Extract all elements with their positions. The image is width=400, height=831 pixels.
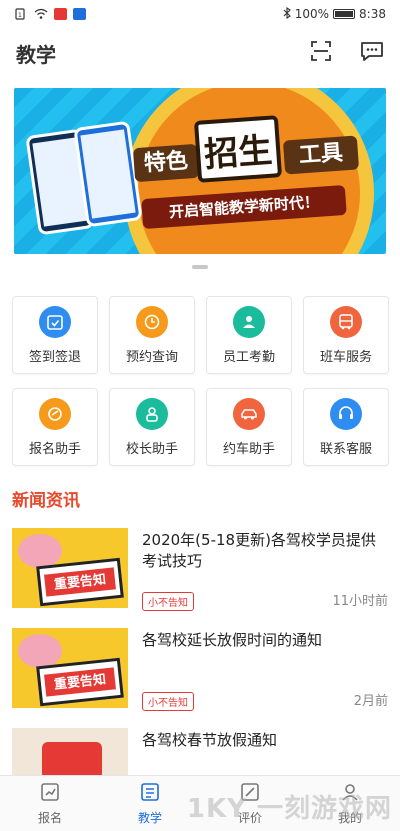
staff-icon xyxy=(233,305,265,338)
app-notification-icon xyxy=(73,8,86,20)
promo-banner[interactable]: 特色 招生 工具 开启智能教学新时代！ xyxy=(14,88,386,254)
battery-percent: 100% xyxy=(294,7,330,21)
scan-icon[interactable] xyxy=(310,40,332,66)
car-icon xyxy=(233,397,265,430)
bus-icon xyxy=(330,305,362,338)
banner-tag: 工具 xyxy=(282,135,360,175)
svg-text:1: 1 xyxy=(18,12,22,19)
grid-item-label: 报名助手 xyxy=(28,441,81,457)
app-notification-icon xyxy=(54,8,67,20)
feature-grid: 签到签退 预约查询 员工考勤 班车服务 报名助手 校长助手 约车助手 联系客服 xyxy=(12,296,389,466)
news-time: 11小时前 xyxy=(332,594,388,609)
grid-item-sign-in[interactable]: 签到签退 xyxy=(12,296,98,374)
news-thumbnail: 重要告知 xyxy=(12,528,128,608)
grid-item-label: 员工考勤 xyxy=(222,349,275,365)
grid-item-label: 校长助手 xyxy=(125,441,178,457)
tab-review[interactable]: 评价 xyxy=(200,776,300,831)
tab-label: 评价 xyxy=(237,811,262,825)
signup-tab-icon xyxy=(39,781,61,807)
thumbnail-text: 重要告知 xyxy=(44,667,116,697)
grid-item-label: 班车服务 xyxy=(319,349,372,365)
news-item[interactable]: 重要告知 各驾校延长放假时间的通知 小不告知 2月前 xyxy=(12,624,388,724)
news-headline: 各驾校春节放假通知 xyxy=(142,731,278,749)
banner-tag: 特色 xyxy=(132,143,200,183)
support-icon xyxy=(330,397,362,430)
grid-item-signup[interactable]: 报名助手 xyxy=(12,388,98,466)
news-tag: 小不告知 xyxy=(142,592,194,611)
grid-item-label: 联系客服 xyxy=(319,441,372,457)
calendar-check-icon xyxy=(39,305,71,338)
news-time: 2月前 xyxy=(353,694,388,709)
carousel-indicator xyxy=(192,265,208,269)
wifi-icon xyxy=(34,8,48,20)
teaching-tab-icon xyxy=(139,781,161,807)
grid-item-support[interactable]: 联系客服 xyxy=(303,388,389,466)
banner-tag: 招生 xyxy=(193,115,283,183)
thumbnail-text: 重要告知 xyxy=(44,567,116,597)
status-bar: 1 100% 8:38 xyxy=(0,0,400,28)
status-left: 1 xyxy=(14,8,86,20)
pig-illustration xyxy=(18,634,62,668)
tab-teaching[interactable]: 教学 xyxy=(100,776,200,831)
status-right: 100% 8:38 xyxy=(283,6,386,22)
tab-label: 教学 xyxy=(137,811,162,825)
news-section-title: 新闻资讯 xyxy=(12,491,80,511)
grid-item-shuttle[interactable]: 班车服务 xyxy=(303,296,389,374)
news-tag: 小不告知 xyxy=(142,692,194,711)
battery-icon xyxy=(333,9,356,19)
grid-item-car-booking[interactable]: 约车助手 xyxy=(206,388,292,466)
pig-illustration xyxy=(18,534,62,568)
tab-label: 报名 xyxy=(37,811,62,825)
tab-profile[interactable]: 我的 xyxy=(300,776,400,831)
grid-item-booking[interactable]: 预约查询 xyxy=(109,296,195,374)
news-thumbnail: 重要告知 xyxy=(12,628,128,708)
profile-tab-icon xyxy=(339,781,361,807)
news-item[interactable]: 重要告知 2020年(5-18更新)各驾校学员提供考试技巧 小不告知 11小时前 xyxy=(12,524,388,624)
grid-item-principal[interactable]: 校长助手 xyxy=(109,388,195,466)
header-actions xyxy=(310,40,384,66)
review-tab-icon xyxy=(239,781,261,807)
clock-search-icon xyxy=(136,305,168,338)
grid-item-label: 约车助手 xyxy=(222,441,275,457)
grid-item-label: 签到签退 xyxy=(28,349,81,365)
clock: 8:38 xyxy=(359,7,386,21)
message-icon[interactable] xyxy=(360,40,384,66)
grid-item-label: 预约查询 xyxy=(125,349,178,365)
tab-signup[interactable]: 报名 xyxy=(0,776,100,831)
news-headline: 各驾校延长放假时间的通知 xyxy=(142,631,323,649)
page-title: 教学 xyxy=(16,42,56,67)
signup-icon xyxy=(39,397,71,430)
app-header: 教学 xyxy=(0,28,400,78)
news-headline: 2020年(5-18更新)各驾校学员提供考试技巧 xyxy=(142,531,376,570)
bottom-tab-bar: 报名 教学 评价 我的 xyxy=(0,775,400,831)
bluetooth-icon xyxy=(283,6,291,22)
grid-item-attendance[interactable]: 员工考勤 xyxy=(206,296,292,374)
principal-icon xyxy=(136,397,168,430)
sim-icon: 1 xyxy=(14,8,28,20)
tab-label: 我的 xyxy=(337,811,362,825)
